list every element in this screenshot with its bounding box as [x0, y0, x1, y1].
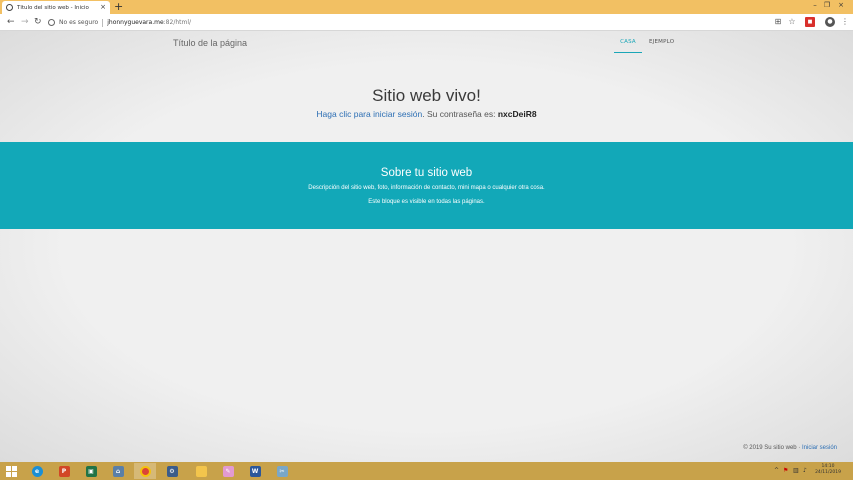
new-tab-button[interactable]: +	[114, 1, 123, 13]
folder-icon	[195, 465, 207, 477]
site-title[interactable]: Título de la página	[173, 38, 247, 48]
tool-app-icon: ⚙	[166, 465, 178, 477]
taskbar-network-app[interactable]: ⌂	[107, 463, 129, 479]
footer-login-link[interactable]: Iniciar sesión	[802, 445, 837, 451]
browser-toolbar: ← → ↻ No es seguro jhonnyguevara.me:82/h…	[0, 14, 853, 31]
hero-heading: Sitio web vivo!	[372, 86, 481, 105]
word-icon: W	[249, 465, 261, 477]
windows-taskbar: e P ▣ ⌂ ⚙ ✎ W ✂ ^ ⚑ ▥ ♪ 14:10 24/11/2019	[0, 462, 853, 480]
snipping-icon: ✂	[276, 465, 288, 477]
windows-logo-icon	[5, 465, 17, 477]
login-link[interactable]: Haga clic para iniciar sesión	[316, 109, 422, 119]
url-text: jhonnyguevara.me:82/html/	[107, 19, 192, 26]
about-note: Este bloque es visible en todas las pági…	[368, 199, 485, 205]
about-title: Sobre tu sitio web	[380, 167, 473, 179]
password-value: nxcDeiR8	[497, 109, 537, 119]
page-favicon-icon	[6, 4, 13, 11]
tab-close-icon[interactable]: ×	[100, 4, 106, 11]
forward-arrow-icon[interactable]: →	[21, 16, 29, 28]
powerpoint-icon: P	[58, 465, 70, 477]
about-section: Sobre tu sitio web Descripción del sitio…	[0, 142, 853, 229]
reload-icon[interactable]: ↻	[34, 16, 42, 28]
tab-title: Título del sitio web - Inicio	[17, 4, 89, 11]
footer-copyright: © 2019 Su sitio web ·	[743, 445, 802, 451]
nav-item-casa[interactable]: CASA	[614, 39, 642, 53]
taskbar-chrome[interactable]	[134, 463, 156, 479]
taskbar-paint[interactable]: ✎	[217, 463, 239, 479]
site-info-icon[interactable]	[48, 19, 55, 26]
web-page: Título de la página CASA EJEMPLO Sitio w…	[0, 31, 853, 462]
password-label: . Su contraseña es:	[422, 109, 498, 119]
clock-date: 24/11/2019	[815, 470, 841, 475]
security-label: No es seguro	[59, 19, 99, 26]
start-button[interactable]	[0, 463, 22, 479]
network-app-icon: ⌂	[112, 465, 124, 477]
taskbar-powerpoint[interactable]: P	[53, 463, 75, 479]
taskbar-snipping[interactable]: ✂	[271, 463, 293, 479]
hero-subtitle: Haga clic para iniciar sesión. Su contra…	[0, 109, 853, 119]
tray-network-icon[interactable]: ▥	[793, 467, 799, 474]
system-clock[interactable]: 14:10 24/11/2019	[815, 464, 841, 476]
taskbar-project[interactable]: ▣	[80, 463, 102, 479]
taskbar-word[interactable]: W	[244, 463, 266, 479]
tray-volume-icon[interactable]: ♪	[803, 467, 809, 474]
taskbar-internet-explorer[interactable]: e	[26, 463, 48, 479]
translate-icon[interactable]: ⊞	[773, 17, 783, 27]
back-arrow-icon[interactable]: ←	[7, 16, 15, 28]
chrome-icon	[139, 465, 151, 477]
profile-avatar-icon[interactable]: ●	[825, 17, 835, 27]
bookmark-star-icon[interactable]: ☆	[787, 17, 797, 27]
internet-explorer-icon: e	[31, 465, 43, 477]
menu-kebab-icon[interactable]: ⋮	[840, 17, 850, 27]
extension-icon[interactable]: ■	[805, 17, 815, 27]
paint-icon: ✎	[222, 465, 234, 477]
maximize-button[interactable]: ❐	[820, 0, 834, 10]
omnibox-divider	[102, 18, 104, 27]
tray-flag-icon[interactable]: ⚑	[783, 467, 789, 474]
tray-chevron-icon[interactable]: ^	[774, 467, 780, 474]
browser-tab-strip: Título del sitio web - Inicio × + – ❐ ×	[0, 0, 853, 14]
about-description: Descripción del sitio web, foto, informa…	[308, 185, 545, 191]
site-header: Título de la página CASA EJEMPLO	[0, 31, 853, 54]
close-window-button[interactable]: ×	[834, 0, 848, 10]
project-icon: ▣	[85, 465, 97, 477]
taskbar-file-explorer[interactable]	[190, 463, 212, 479]
taskbar-tool-app[interactable]: ⚙	[161, 463, 183, 479]
site-footer: © 2019 Su sitio web · Iniciar sesión	[743, 445, 837, 451]
address-bar[interactable]: No es seguro jhonnyguevara.me:82/html/	[48, 16, 768, 29]
browser-tab[interactable]: Título del sitio web - Inicio ×	[2, 1, 110, 14]
nav-item-ejemplo[interactable]: EJEMPLO	[649, 39, 674, 45]
